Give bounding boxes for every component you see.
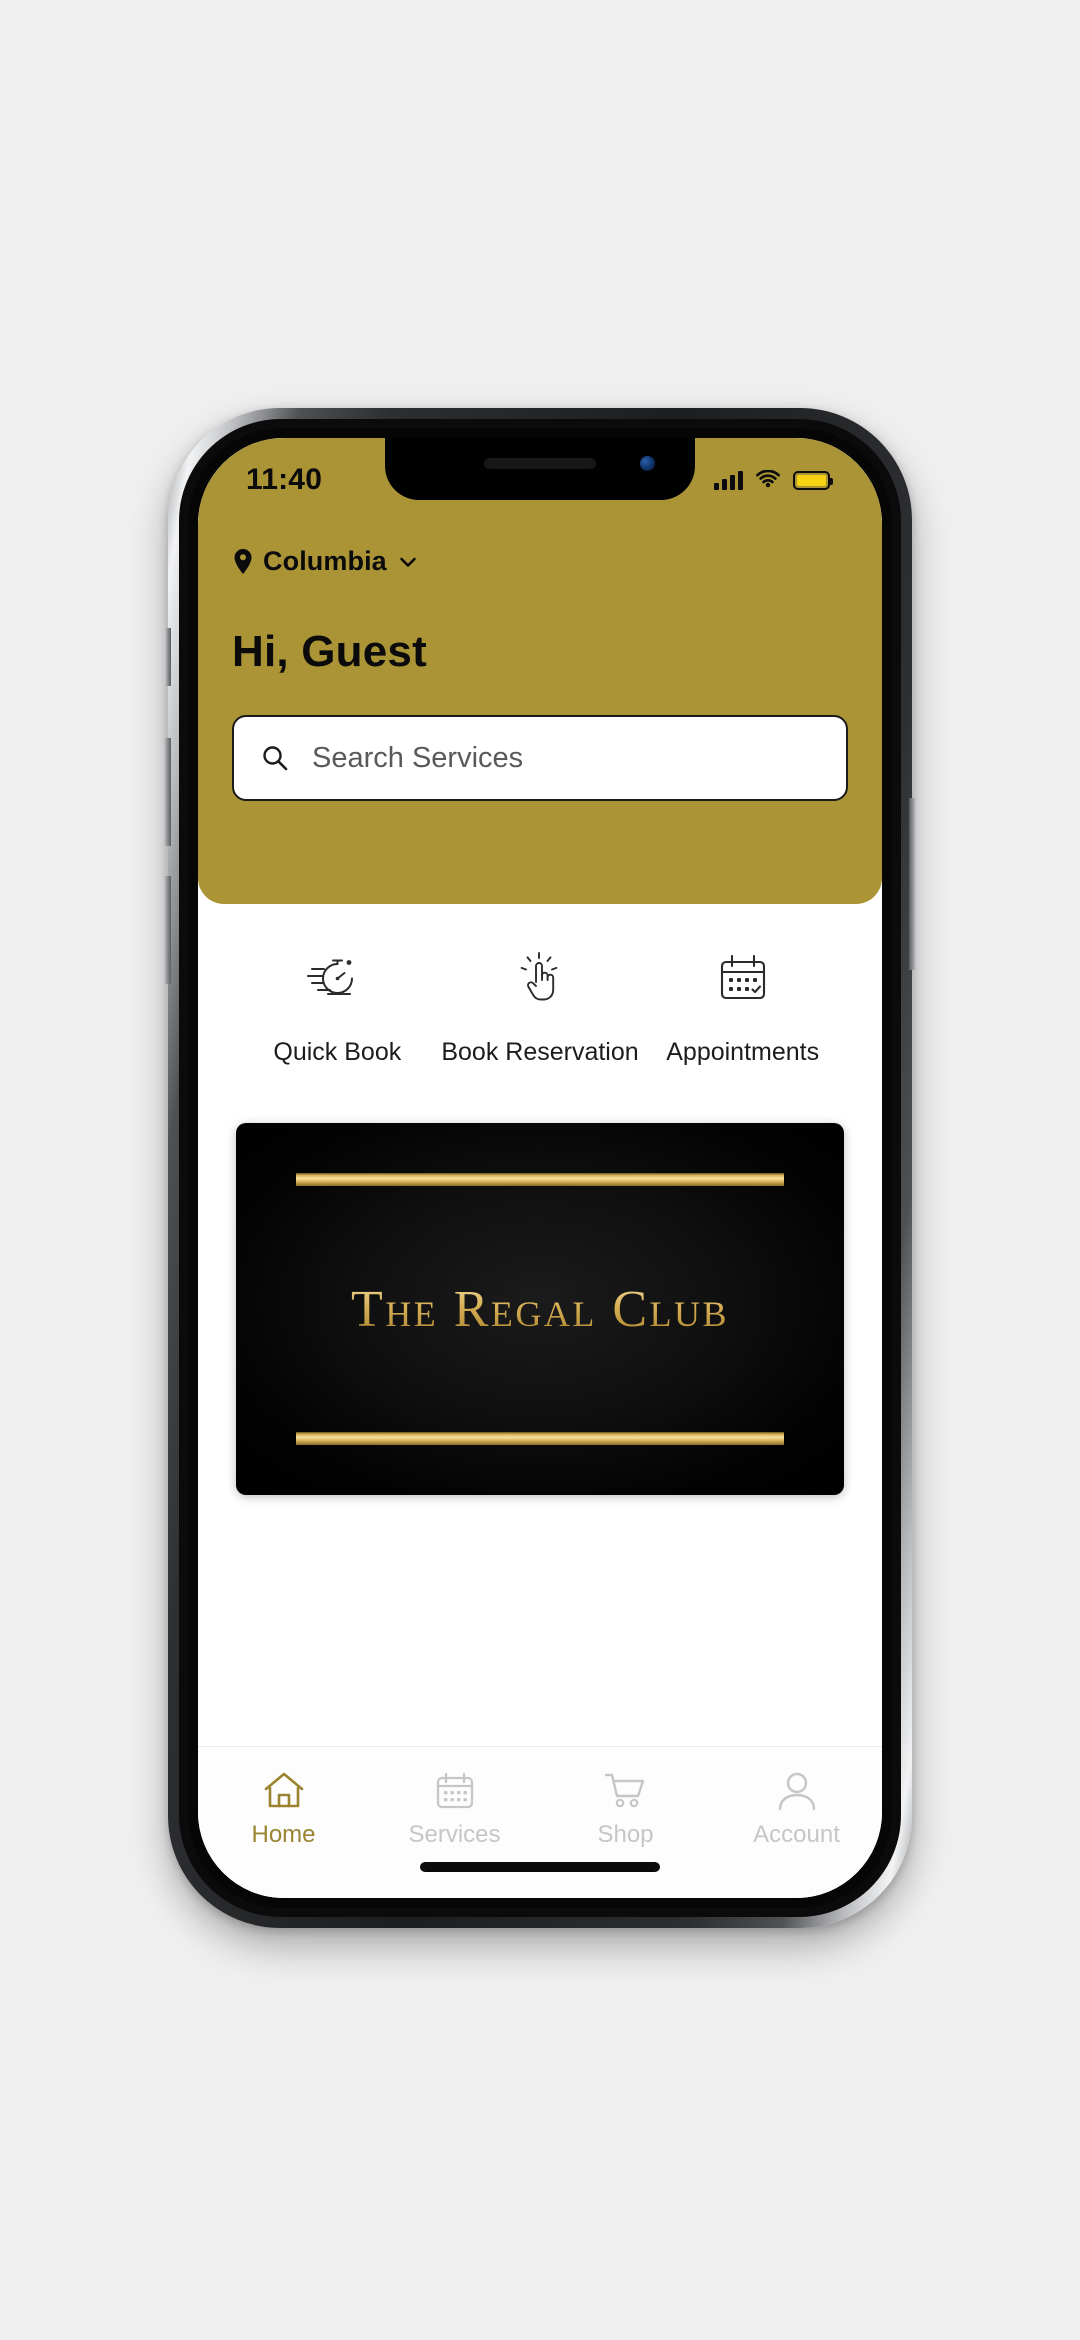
speed-stopwatch-icon — [306, 948, 368, 1010]
quick-action-book-reservation[interactable]: Book Reservation — [439, 948, 642, 1067]
phone-device-frame: 11:40 Columbia Hi, Guest Search Services… — [163, 408, 917, 1928]
banner-title: The Regal Club — [350, 1280, 730, 1338]
nav-item-home[interactable]: Home — [198, 1767, 369, 1849]
nav-item-shop[interactable]: Shop — [540, 1767, 711, 1849]
nav-item-services[interactable]: Services — [369, 1767, 540, 1849]
quick-action-label: Quick Book — [273, 1038, 402, 1066]
wifi-icon — [756, 470, 780, 488]
nav-label: Home — [251, 1821, 316, 1848]
location-label: Columbia — [263, 546, 387, 576]
nav-label: Services — [408, 1821, 501, 1848]
screenshot-stage: 11:40 Columbia Hi, Guest Search Services… — [0, 0, 1080, 2340]
quick-action-label: Appointments — [666, 1038, 820, 1066]
banner-gold-bar-bottom — [296, 1432, 784, 1445]
app-header: 11:40 Columbia Hi, Guest Search Services — [198, 438, 882, 904]
app-content: 11:40 Columbia Hi, Guest Search Services… — [198, 438, 882, 1898]
quick-action-label: Book Reservation — [441, 1038, 639, 1066]
location-selector[interactable]: Columbia — [232, 546, 848, 577]
search-bar[interactable]: Search Services — [232, 715, 848, 801]
tap-hand-icon — [514, 948, 566, 1010]
person-icon — [775, 1767, 819, 1815]
shopping-cart-icon — [603, 1767, 649, 1815]
greeting-text: Hi, Guest — [232, 627, 427, 676]
search-icon — [263, 746, 288, 771]
quick-action-quick-book[interactable]: Quick Book — [236, 948, 439, 1067]
notch — [385, 438, 695, 500]
volume-up-button[interactable] — [163, 738, 171, 846]
phone-inner-frame: 11:40 Columbia Hi, Guest Search Services… — [179, 419, 901, 1917]
battery-icon — [793, 470, 833, 490]
nav-label: Account — [753, 1821, 840, 1848]
earpiece-speaker-icon — [484, 458, 596, 469]
mute-switch-button[interactable] — [164, 628, 171, 686]
search-input[interactable]: Search Services — [312, 742, 523, 775]
status-bar-indicators — [714, 470, 833, 490]
quick-action-appointments[interactable]: Appointments — [641, 948, 844, 1067]
bottom-navigation-bar: Home Services Shop Account — [198, 1746, 882, 1898]
chevron-down-icon — [400, 557, 416, 567]
promo-banner-card[interactable]: The Regal Club — [236, 1123, 844, 1495]
home-icon — [261, 1767, 307, 1815]
home-indicator[interactable] — [420, 1862, 660, 1872]
power-button[interactable] — [909, 798, 917, 970]
calendar-check-icon — [714, 948, 772, 1010]
phone-screen: 11:40 Columbia Hi, Guest Search Services… — [198, 438, 882, 1898]
promo-banner-container: The Regal Club — [198, 1067, 882, 1495]
nav-label: Shop — [597, 1821, 654, 1848]
calendar-icon — [433, 1767, 477, 1815]
status-bar-clock: 11:40 — [246, 463, 323, 496]
banner-frame: The Regal Club — [296, 1173, 784, 1445]
cellular-signal-icon — [714, 470, 743, 490]
quick-actions-row: Quick Book Book Reservation Appointments — [198, 904, 882, 1067]
location-pin-icon — [234, 548, 252, 574]
nav-item-account[interactable]: Account — [711, 1767, 882, 1849]
banner-gold-bar-top — [296, 1173, 784, 1186]
volume-down-button[interactable] — [163, 876, 171, 984]
phone-bezel: 11:40 Columbia Hi, Guest Search Services… — [188, 428, 892, 1908]
front-camera-icon — [640, 456, 655, 471]
